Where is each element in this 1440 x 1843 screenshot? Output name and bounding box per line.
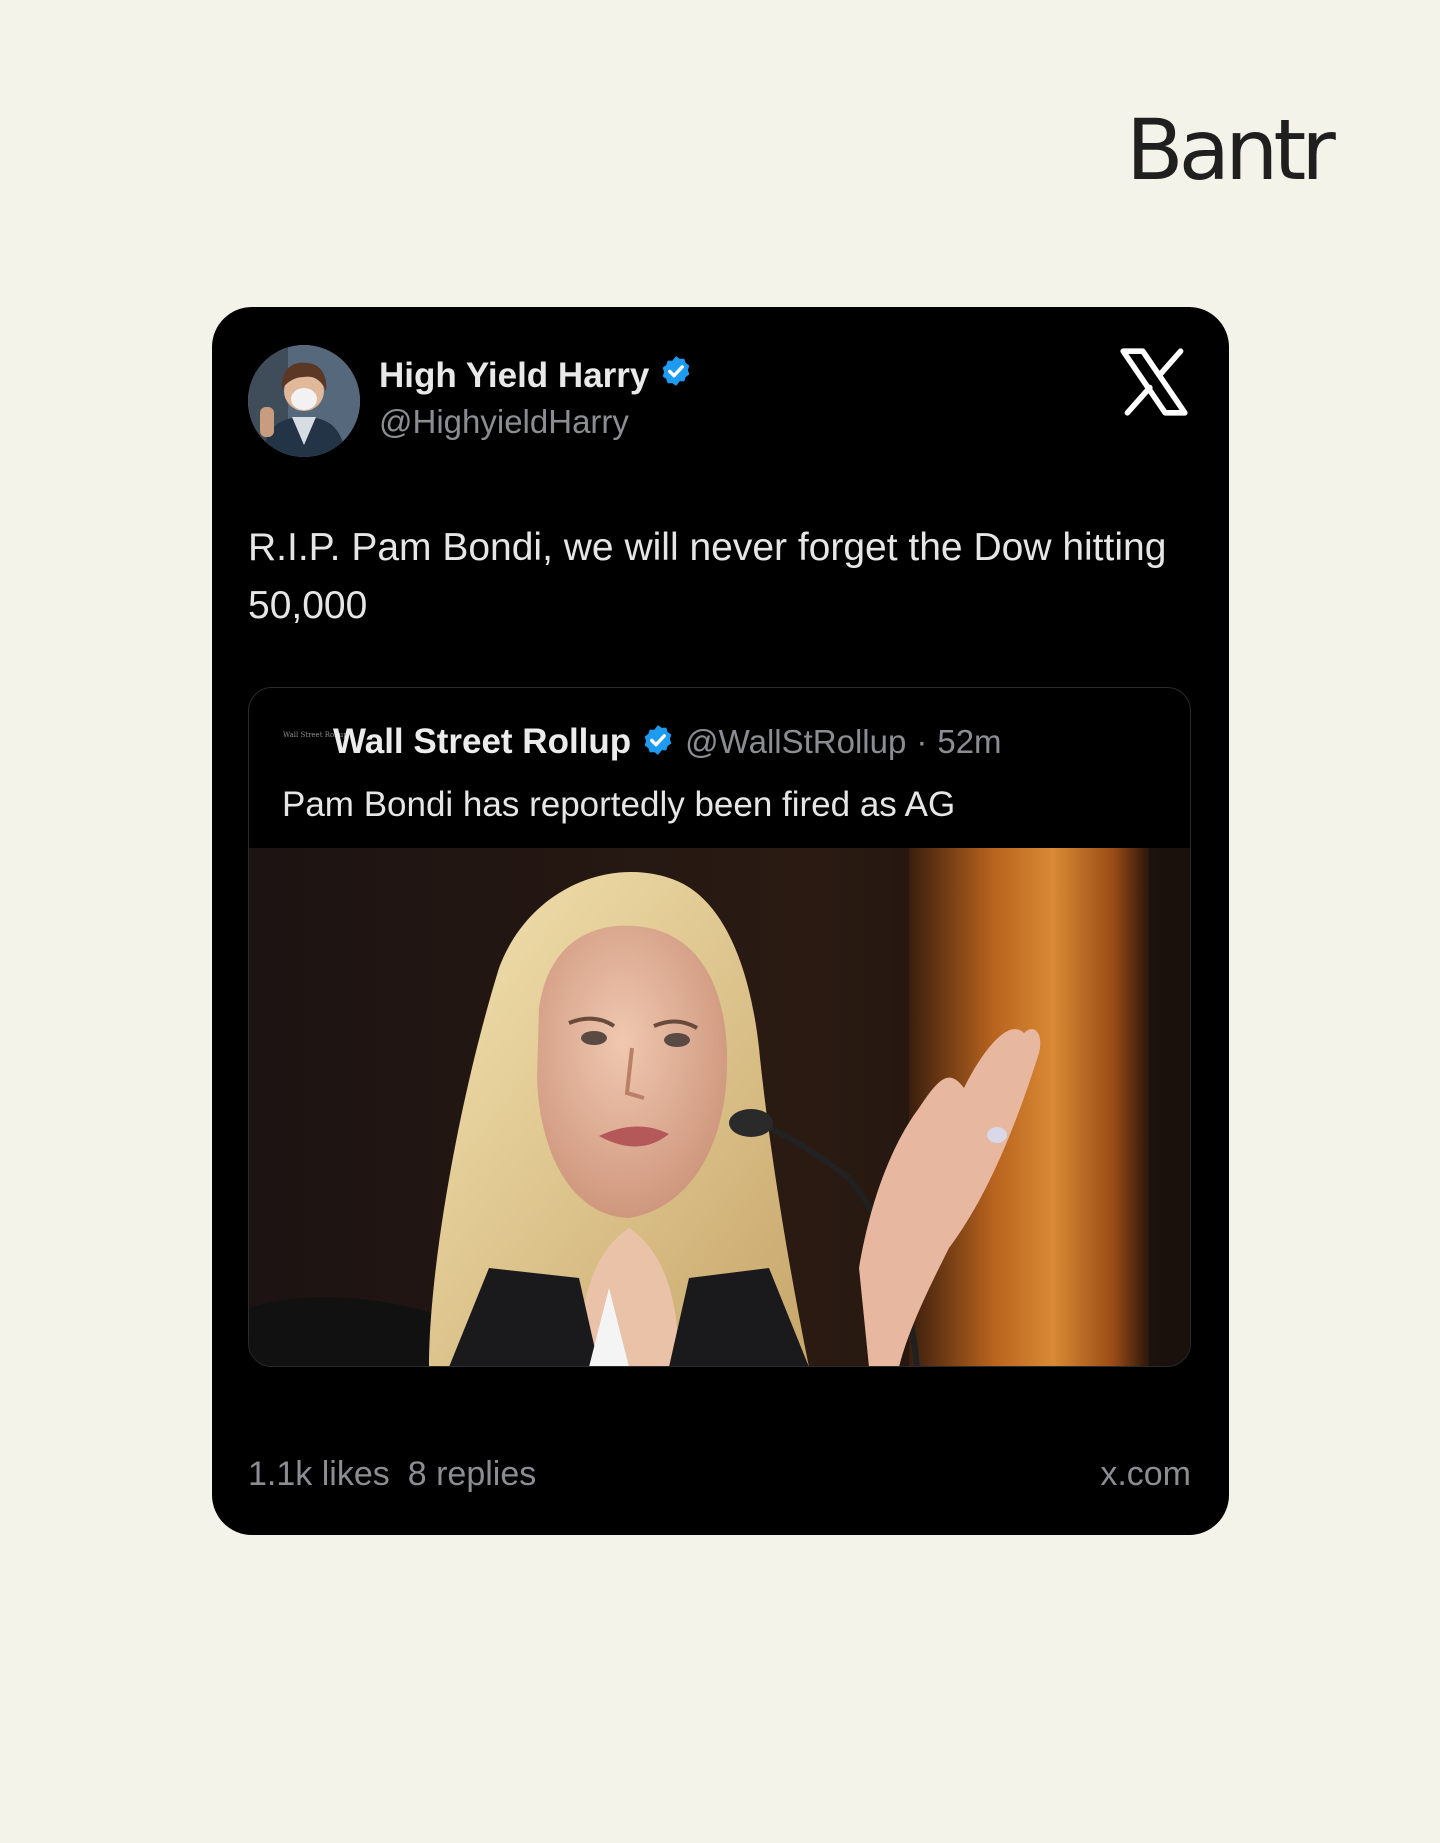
x-logo-icon[interactable] — [1119, 347, 1189, 422]
quoted-tweet-header: Wall Street Rollup Wall Street Rollup @W… — [283, 722, 1002, 762]
quoted-timestamp[interactable]: 52m — [937, 723, 1001, 761]
tweet-card[interactable]: High Yield Harry @HighyieldHarry R.I.P. … — [212, 307, 1229, 1535]
bantr-logo: Bantr — [1126, 101, 1336, 199]
quoted-tweet[interactable]: Wall Street Rollup Wall Street Rollup @W… — [248, 687, 1191, 1367]
quoted-photo[interactable] — [249, 848, 1190, 1366]
author-handle[interactable]: @HighyieldHarry — [379, 403, 629, 441]
quoted-author-name[interactable]: Wall Street Rollup — [333, 722, 631, 762]
author-avatar[interactable] — [248, 345, 360, 457]
quoted-separator: · — [916, 723, 928, 760]
tweet-text: R.I.P. Pam Bondi, we will never forget t… — [248, 526, 1167, 627]
verified-badge-icon — [641, 723, 675, 762]
quoted-avatar[interactable]: Wall Street Rollup — [283, 731, 348, 753]
likes-count[interactable]: 1.1k likes — [248, 1455, 390, 1494]
author-name[interactable]: High Yield Harry — [379, 356, 649, 396]
author-name-row[interactable]: High Yield Harry — [379, 354, 693, 397]
engagement-stats: 1.1k likes 8 replies — [248, 1455, 536, 1494]
replies-count[interactable]: 8 replies — [408, 1455, 537, 1494]
verified-badge-icon — [659, 354, 693, 397]
quoted-tweet-text: Pam Bondi has reportedly been fired as A… — [282, 785, 956, 824]
quoted-author-handle[interactable]: @WallStRollup — [685, 723, 906, 761]
source-domain-link[interactable]: x.com — [1100, 1455, 1191, 1494]
